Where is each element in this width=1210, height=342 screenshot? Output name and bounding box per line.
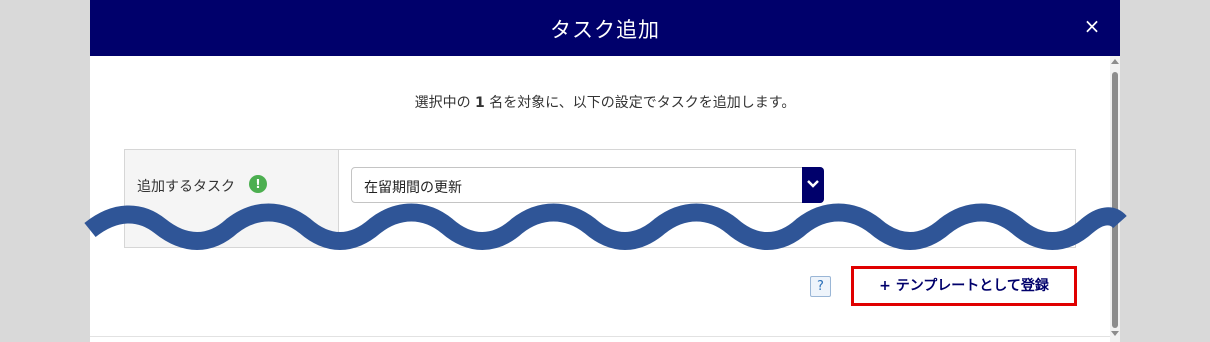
help-icon[interactable]: ?	[810, 276, 831, 297]
wave-cut-decoration	[84, 203, 1127, 250]
task-add-dialog: タスク追加 × 選択中の 1 名を対象に、以下の設定でタスクを追加します。 追加…	[90, 0, 1120, 342]
scroll-down-arrow-icon[interactable]	[1111, 331, 1119, 336]
footer-divider	[90, 336, 1120, 337]
close-icon[interactable]: ×	[1080, 14, 1104, 38]
dialog-title: タスク追加	[550, 18, 660, 42]
task-select-value: 在留期間の更新	[364, 180, 462, 196]
register-template-button[interactable]: + テンプレートとして登録	[851, 266, 1077, 306]
dialog-header: タスク追加 ×	[90, 0, 1120, 56]
selected-count: 1	[475, 95, 485, 111]
info-icon[interactable]: !	[249, 175, 267, 193]
task-label: 追加するタスク	[137, 179, 235, 195]
description-suffix: 名を対象に、以下の設定でタスクを追加します。	[484, 95, 796, 111]
dialog-description: 選択中の 1 名を対象に、以下の設定でタスクを追加します。	[90, 92, 1120, 112]
scroll-up-arrow-icon[interactable]	[1111, 59, 1119, 64]
description-prefix: 選択中の	[414, 95, 476, 111]
